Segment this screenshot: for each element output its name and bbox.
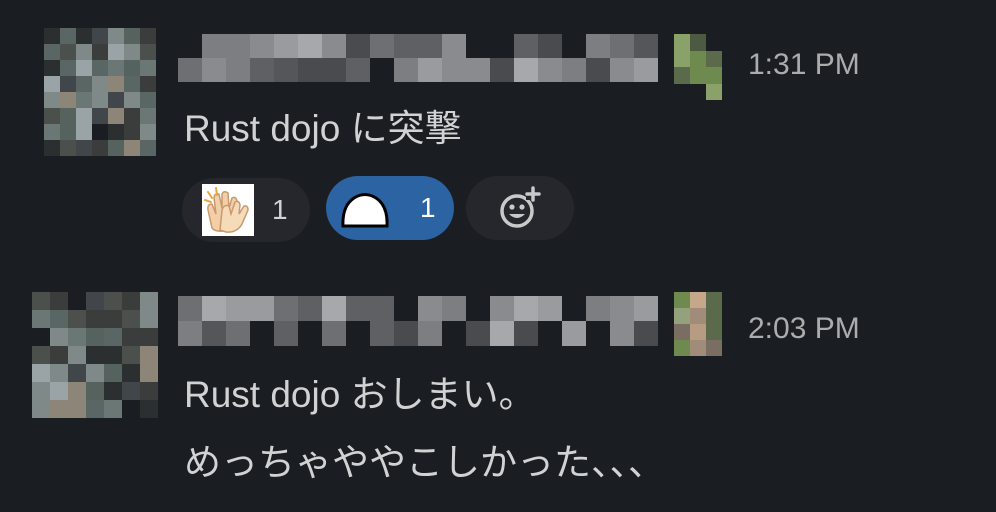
message-timestamp[interactable]: 2:03 PM bbox=[748, 314, 860, 344]
message-timestamp[interactable]: 1:31 PM bbox=[748, 50, 860, 80]
message-text-line: Rust dojo おしまい。 bbox=[184, 374, 536, 415]
reaction-count: 1 bbox=[420, 192, 436, 223]
user-avatar[interactable] bbox=[32, 292, 158, 418]
reaction-count: 1 bbox=[272, 194, 288, 225]
mochi-icon bbox=[341, 193, 389, 228]
user-avatar[interactable] bbox=[44, 28, 156, 156]
add-reaction-button[interactable] bbox=[466, 176, 574, 240]
message-text: Rust dojo に突撃 bbox=[184, 108, 462, 149]
reaction-mochi[interactable]: 1 bbox=[326, 176, 454, 240]
message-text-line: めっちゃややこしかった、、、 bbox=[184, 442, 665, 483]
add-reaction-icon bbox=[500, 186, 541, 228]
sender-name-pixelated[interactable] bbox=[178, 34, 658, 82]
sender-name-pixelated[interactable] bbox=[178, 296, 658, 346]
status-emoji-pixelated bbox=[674, 292, 722, 356]
reaction-clap[interactable]: 1 bbox=[182, 178, 310, 242]
status-emoji-pixelated bbox=[674, 34, 722, 100]
clapping-hands-icon bbox=[202, 184, 254, 236]
